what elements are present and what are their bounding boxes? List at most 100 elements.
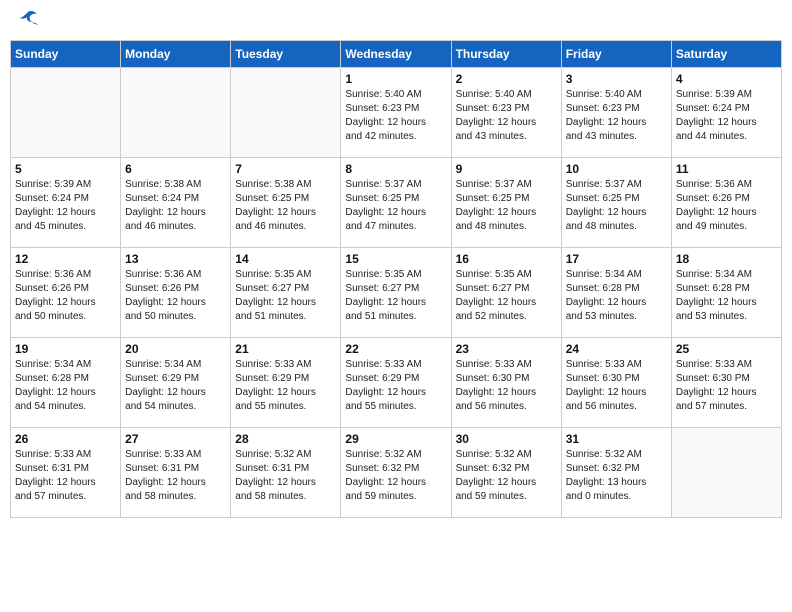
calendar-cell bbox=[121, 68, 231, 158]
calendar-cell: 13 Sunrise: 5:36 AMSunset: 6:26 PMDayligh… bbox=[121, 248, 231, 338]
day-number: 13 bbox=[125, 252, 226, 266]
weekday-header-monday: Monday bbox=[121, 41, 231, 68]
day-info: Sunrise: 5:36 AMSunset: 6:26 PMDaylight:… bbox=[125, 268, 226, 324]
calendar-cell: 8 Sunrise: 5:37 AMSunset: 6:25 PMDaylight… bbox=[341, 158, 451, 248]
day-info: Sunrise: 5:39 AMSunset: 6:24 PMDaylight:… bbox=[676, 88, 777, 144]
calendar-cell: 28 Sunrise: 5:32 AMSunset: 6:31 PMDayligh… bbox=[231, 428, 341, 518]
calendar-cell: 31 Sunrise: 5:32 AMSunset: 6:32 PMDayligh… bbox=[561, 428, 671, 518]
calendar-cell: 7 Sunrise: 5:38 AMSunset: 6:25 PMDaylight… bbox=[231, 158, 341, 248]
day-info: Sunrise: 5:40 AMSunset: 6:23 PMDaylight:… bbox=[456, 88, 557, 144]
day-number: 5 bbox=[15, 162, 116, 176]
day-number: 2 bbox=[456, 72, 557, 86]
calendar-cell: 9 Sunrise: 5:37 AMSunset: 6:25 PMDaylight… bbox=[451, 158, 561, 248]
day-number: 1 bbox=[345, 72, 446, 86]
page-header bbox=[10, 10, 782, 32]
day-info: Sunrise: 5:33 AMSunset: 6:30 PMDaylight:… bbox=[566, 358, 667, 414]
day-number: 30 bbox=[456, 432, 557, 446]
day-info: Sunrise: 5:37 AMSunset: 6:25 PMDaylight:… bbox=[566, 178, 667, 234]
day-number: 8 bbox=[345, 162, 446, 176]
day-info: Sunrise: 5:33 AMSunset: 6:30 PMDaylight:… bbox=[676, 358, 777, 414]
day-info: Sunrise: 5:35 AMSunset: 6:27 PMDaylight:… bbox=[235, 268, 336, 324]
day-info: Sunrise: 5:38 AMSunset: 6:24 PMDaylight:… bbox=[125, 178, 226, 234]
day-info: Sunrise: 5:32 AMSunset: 6:32 PMDaylight:… bbox=[566, 448, 667, 504]
day-number: 15 bbox=[345, 252, 446, 266]
calendar-table: SundayMondayTuesdayWednesdayThursdayFrid… bbox=[10, 40, 782, 518]
calendar-cell: 6 Sunrise: 5:38 AMSunset: 6:24 PMDaylight… bbox=[121, 158, 231, 248]
day-number: 16 bbox=[456, 252, 557, 266]
weekday-header-thursday: Thursday bbox=[451, 41, 561, 68]
day-number: 14 bbox=[235, 252, 336, 266]
day-info: Sunrise: 5:36 AMSunset: 6:26 PMDaylight:… bbox=[676, 178, 777, 234]
day-info: Sunrise: 5:39 AMSunset: 6:24 PMDaylight:… bbox=[15, 178, 116, 234]
day-info: Sunrise: 5:34 AMSunset: 6:28 PMDaylight:… bbox=[566, 268, 667, 324]
weekday-header-friday: Friday bbox=[561, 41, 671, 68]
day-info: Sunrise: 5:33 AMSunset: 6:29 PMDaylight:… bbox=[345, 358, 446, 414]
day-info: Sunrise: 5:32 AMSunset: 6:31 PMDaylight:… bbox=[235, 448, 336, 504]
calendar-cell bbox=[11, 68, 121, 158]
day-info: Sunrise: 5:33 AMSunset: 6:30 PMDaylight:… bbox=[456, 358, 557, 414]
calendar-cell: 15 Sunrise: 5:35 AMSunset: 6:27 PMDayligh… bbox=[341, 248, 451, 338]
day-number: 17 bbox=[566, 252, 667, 266]
calendar-cell: 5 Sunrise: 5:39 AMSunset: 6:24 PMDaylight… bbox=[11, 158, 121, 248]
day-number: 4 bbox=[676, 72, 777, 86]
day-number: 9 bbox=[456, 162, 557, 176]
calendar-cell bbox=[231, 68, 341, 158]
calendar-cell: 4 Sunrise: 5:39 AMSunset: 6:24 PMDaylight… bbox=[671, 68, 781, 158]
day-number: 26 bbox=[15, 432, 116, 446]
day-info: Sunrise: 5:32 AMSunset: 6:32 PMDaylight:… bbox=[456, 448, 557, 504]
logo bbox=[14, 10, 39, 32]
calendar-cell: 21Sunrise: 5:33 AMSunset: 6:29 PMDayligh… bbox=[231, 338, 341, 428]
calendar-cell: 14 Sunrise: 5:35 AMSunset: 6:27 PMDayligh… bbox=[231, 248, 341, 338]
day-info: Sunrise: 5:37 AMSunset: 6:25 PMDaylight:… bbox=[456, 178, 557, 234]
day-number: 24 bbox=[566, 342, 667, 356]
calendar-cell: 10 Sunrise: 5:37 AMSunset: 6:25 PMDayligh… bbox=[561, 158, 671, 248]
calendar-cell: 18 Sunrise: 5:34 AMSunset: 6:28 PMDayligh… bbox=[671, 248, 781, 338]
day-info: Sunrise: 5:37 AMSunset: 6:25 PMDaylight:… bbox=[345, 178, 446, 234]
calendar-cell: 29 Sunrise: 5:32 AMSunset: 6:32 PMDayligh… bbox=[341, 428, 451, 518]
calendar-cell: 17 Sunrise: 5:34 AMSunset: 6:28 PMDayligh… bbox=[561, 248, 671, 338]
day-number: 12 bbox=[15, 252, 116, 266]
day-number: 25 bbox=[676, 342, 777, 356]
day-info: Sunrise: 5:34 AMSunset: 6:29 PMDaylight:… bbox=[125, 358, 226, 414]
calendar-cell: 27Sunrise: 5:33 AMSunset: 6:31 PMDayligh… bbox=[121, 428, 231, 518]
day-info: Sunrise: 5:38 AMSunset: 6:25 PMDaylight:… bbox=[235, 178, 336, 234]
day-number: 18 bbox=[676, 252, 777, 266]
day-number: 6 bbox=[125, 162, 226, 176]
day-number: 10 bbox=[566, 162, 667, 176]
day-number: 19 bbox=[15, 342, 116, 356]
weekday-header-sunday: Sunday bbox=[11, 41, 121, 68]
day-info: Sunrise: 5:32 AMSunset: 6:32 PMDaylight:… bbox=[345, 448, 446, 504]
logo-bird-icon bbox=[17, 10, 39, 32]
day-info: Sunrise: 5:34 AMSunset: 6:28 PMDaylight:… bbox=[15, 358, 116, 414]
day-number: 3 bbox=[566, 72, 667, 86]
calendar-cell: 19 Sunrise: 5:34 AMSunset: 6:28 PMDayligh… bbox=[11, 338, 121, 428]
calendar-cell: 1 Sunrise: 5:40 AMSunset: 6:23 PMDaylight… bbox=[341, 68, 451, 158]
day-info: Sunrise: 5:36 AMSunset: 6:26 PMDaylight:… bbox=[15, 268, 116, 324]
calendar-cell: 12 Sunrise: 5:36 AMSunset: 6:26 PMDayligh… bbox=[11, 248, 121, 338]
day-info: Sunrise: 5:35 AMSunset: 6:27 PMDaylight:… bbox=[345, 268, 446, 324]
day-number: 21 bbox=[235, 342, 336, 356]
day-number: 28 bbox=[235, 432, 336, 446]
day-info: Sunrise: 5:34 AMSunset: 6:28 PMDaylight:… bbox=[676, 268, 777, 324]
day-number: 31 bbox=[566, 432, 667, 446]
calendar-cell: 3Sunrise: 5:40 AMSunset: 6:23 PMDaylight… bbox=[561, 68, 671, 158]
day-info: Sunrise: 5:40 AMSunset: 6:23 PMDaylight:… bbox=[345, 88, 446, 144]
calendar-cell bbox=[671, 428, 781, 518]
calendar-cell: 20 Sunrise: 5:34 AMSunset: 6:29 PMDayligh… bbox=[121, 338, 231, 428]
day-number: 7 bbox=[235, 162, 336, 176]
calendar-cell: 23 Sunrise: 5:33 AMSunset: 6:30 PMDayligh… bbox=[451, 338, 561, 428]
day-number: 27 bbox=[125, 432, 226, 446]
weekday-header-wednesday: Wednesday bbox=[341, 41, 451, 68]
day-info: Sunrise: 5:35 AMSunset: 6:27 PMDaylight:… bbox=[456, 268, 557, 324]
day-info: Sunrise: 5:33 AMSunset: 6:31 PMDaylight:… bbox=[15, 448, 116, 504]
day-number: 23 bbox=[456, 342, 557, 356]
calendar-cell: 26 Sunrise: 5:33 AMSunset: 6:31 PMDayligh… bbox=[11, 428, 121, 518]
day-number: 11 bbox=[676, 162, 777, 176]
calendar-cell: 25 Sunrise: 5:33 AMSunset: 6:30 PMDayligh… bbox=[671, 338, 781, 428]
calendar-cell: 2 Sunrise: 5:40 AMSunset: 6:23 PMDaylight… bbox=[451, 68, 561, 158]
day-number: 20 bbox=[125, 342, 226, 356]
day-number: 29 bbox=[345, 432, 446, 446]
calendar-cell: 16 Sunrise: 5:35 AMSunset: 6:27 PMDayligh… bbox=[451, 248, 561, 338]
calendar-cell: 22Sunrise: 5:33 AMSunset: 6:29 PMDayligh… bbox=[341, 338, 451, 428]
weekday-header-saturday: Saturday bbox=[671, 41, 781, 68]
